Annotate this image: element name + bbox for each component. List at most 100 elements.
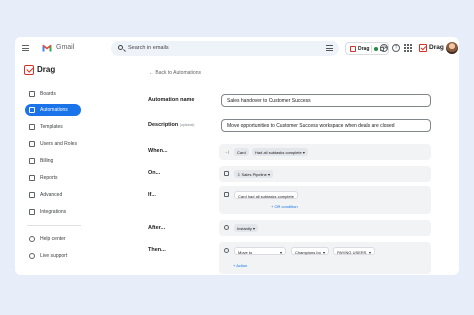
then-column-select[interactable]: PAYING USERS ▾: [333, 247, 375, 255]
after-block: Instantly ▾: [219, 220, 431, 236]
sidebar-item-label: Templates: [40, 124, 63, 130]
billing-icon: [29, 158, 35, 164]
then-label: Then...: [148, 247, 166, 253]
reports-icon: [29, 175, 35, 181]
on-block: ⇩ Sales Pipeline ▾: [219, 166, 431, 182]
then-action-select[interactable]: Move to ▾: [234, 247, 286, 255]
description-label-text: Description: [148, 122, 179, 128]
board-icon: [224, 171, 229, 176]
gmail-logo-icon: [42, 44, 52, 52]
sidebar-item-help-center[interactable]: Help center: [25, 233, 81, 245]
if-label: If...: [148, 192, 156, 198]
filter-icon[interactable]: [326, 45, 333, 51]
sidebar-item-automations[interactable]: Automations: [25, 104, 81, 116]
on-board-select[interactable]: ⇩ Sales Pipeline ▾: [234, 170, 273, 178]
on-board-label: Sales Pipeline: [241, 172, 267, 177]
menu-icon[interactable]: [22, 45, 29, 51]
when-condition-select[interactable]: Had all subtasks complete ▾: [252, 148, 308, 156]
sidebar-item-boards[interactable]: Boards: [25, 88, 81, 100]
sidebar-item-integrations[interactable]: Integrations: [25, 206, 81, 218]
sidebar-item-label: Advanced: [40, 192, 63, 198]
after-delay-select[interactable]: Instantly ▾: [234, 224, 259, 232]
sidebar-item-label: Integrations: [40, 209, 67, 215]
search-icon[interactable]: [118, 45, 123, 50]
users-icon: [29, 141, 35, 147]
automation-name-input[interactable]: Sales handover to Customer Success: [221, 94, 431, 107]
when-card-select[interactable]: Card: [234, 148, 249, 156]
back-link[interactable]: ← Back to Automations: [149, 70, 201, 76]
then-action-label: Move to: [238, 250, 253, 255]
help-icon: [29, 236, 35, 242]
board-icon: [29, 91, 35, 97]
template-icon: [29, 124, 35, 130]
add-or-condition-link[interactable]: + OR condition: [271, 204, 298, 209]
sidebar-item-billing[interactable]: Billing: [25, 155, 81, 167]
sidebar: Drag Boards Automations Templates Users …: [15, 62, 97, 275]
sidebar-item-label: Billing: [40, 158, 54, 164]
settings-gear-icon[interactable]: ⚙: [380, 44, 388, 52]
brand-name: Drag: [37, 65, 56, 74]
chevron-down-icon: ▾: [322, 250, 325, 255]
when-label: When...: [148, 148, 168, 154]
status-dot-icon: [374, 47, 378, 51]
gmail-title: Gmail: [56, 44, 75, 51]
then-board-label: Champions bo: [295, 250, 321, 255]
integrations-icon: [29, 209, 35, 215]
sidebar-item-label: Automations: [40, 107, 68, 113]
gmail-topbar: Gmail Search in emails Drag ▾ ? ⚙ Drag: [15, 37, 459, 61]
help-icon[interactable]: ?: [392, 44, 400, 52]
chevron-down-icon: ▾: [253, 226, 256, 231]
sidebar-item-templates[interactable]: Templates: [25, 121, 81, 133]
drag-logo-icon: [419, 44, 427, 52]
when-condition-label: Had all subtasks complete: [255, 150, 302, 155]
then-block: Move to ▾ Champions bo ▾ PAYING USERS ▾ …: [219, 242, 431, 274]
if-condition-chip[interactable]: Card had all subtasks complete: [234, 191, 298, 199]
after-delay-label: Instantly: [237, 226, 252, 231]
sidebar-item-live-support[interactable]: Live support: [25, 250, 81, 262]
support-icon: [29, 253, 35, 259]
when-block: →| Card Had all subtasks complete ▾: [219, 144, 431, 160]
then-board-select[interactable]: Champions bo ▾: [291, 247, 329, 255]
description-input[interactable]: Move opportunities to Customer Success w…: [221, 119, 431, 132]
app-window: Gmail Search in emails Drag ▾ ? ⚙ Drag D…: [15, 37, 459, 275]
search-bar[interactable]: Search in emails: [111, 41, 339, 56]
sidebar-item-label: Users and Roles: [40, 141, 77, 147]
automation-editor: ← Back to Automations Automation name Sa…: [97, 62, 459, 275]
sidebar-item-label: Help center: [40, 236, 66, 242]
apps-grid-icon[interactable]: [404, 44, 412, 52]
chevron-down-icon: ▾: [279, 250, 282, 255]
then-column-label: PAYING USERS: [337, 250, 367, 255]
avatar[interactable]: [446, 42, 458, 54]
if-block: Card had all subtasks complete + OR cond…: [219, 186, 431, 214]
sidebar-item-reports[interactable]: Reports: [25, 172, 81, 184]
trigger-icon: →|: [224, 149, 230, 154]
add-action-link[interactable]: + Action: [233, 263, 247, 268]
drag-brand-label: Drag: [429, 44, 444, 51]
sidebar-item-label: Reports: [40, 175, 58, 181]
chevron-down-icon: ▾: [368, 250, 371, 255]
drag-chip-label: Drag: [358, 46, 370, 52]
after-label: After...: [148, 225, 166, 231]
clock-icon: [224, 225, 229, 230]
action-icon: [224, 248, 229, 253]
sidebar-item-label: Boards: [40, 91, 56, 97]
sidebar-item-advanced[interactable]: Advanced: [25, 189, 81, 201]
chevron-down-icon: ▾: [267, 172, 270, 177]
automation-icon: [29, 107, 35, 113]
sidebar-divider: [27, 225, 81, 226]
back-label: Back to Automations: [155, 70, 201, 76]
back-arrow-icon: ←: [149, 70, 154, 76]
condition-icon: [224, 192, 229, 197]
description-label: Description (optional): [148, 122, 194, 128]
chevron-down-icon: ▾: [302, 150, 305, 155]
chip-divider: [371, 45, 372, 53]
advanced-icon: [29, 192, 35, 198]
drag-brand-button[interactable]: Drag: [419, 43, 444, 54]
sidebar-item-users-and-roles[interactable]: Users and Roles: [25, 138, 81, 150]
on-label: On...: [148, 170, 161, 176]
drag-check-icon: [24, 65, 34, 75]
automation-name-label: Automation name: [148, 97, 195, 103]
sidebar-item-label: Live support: [40, 253, 68, 259]
drag-check-icon: [350, 46, 356, 52]
search-input[interactable]: Search in emails: [128, 45, 169, 51]
